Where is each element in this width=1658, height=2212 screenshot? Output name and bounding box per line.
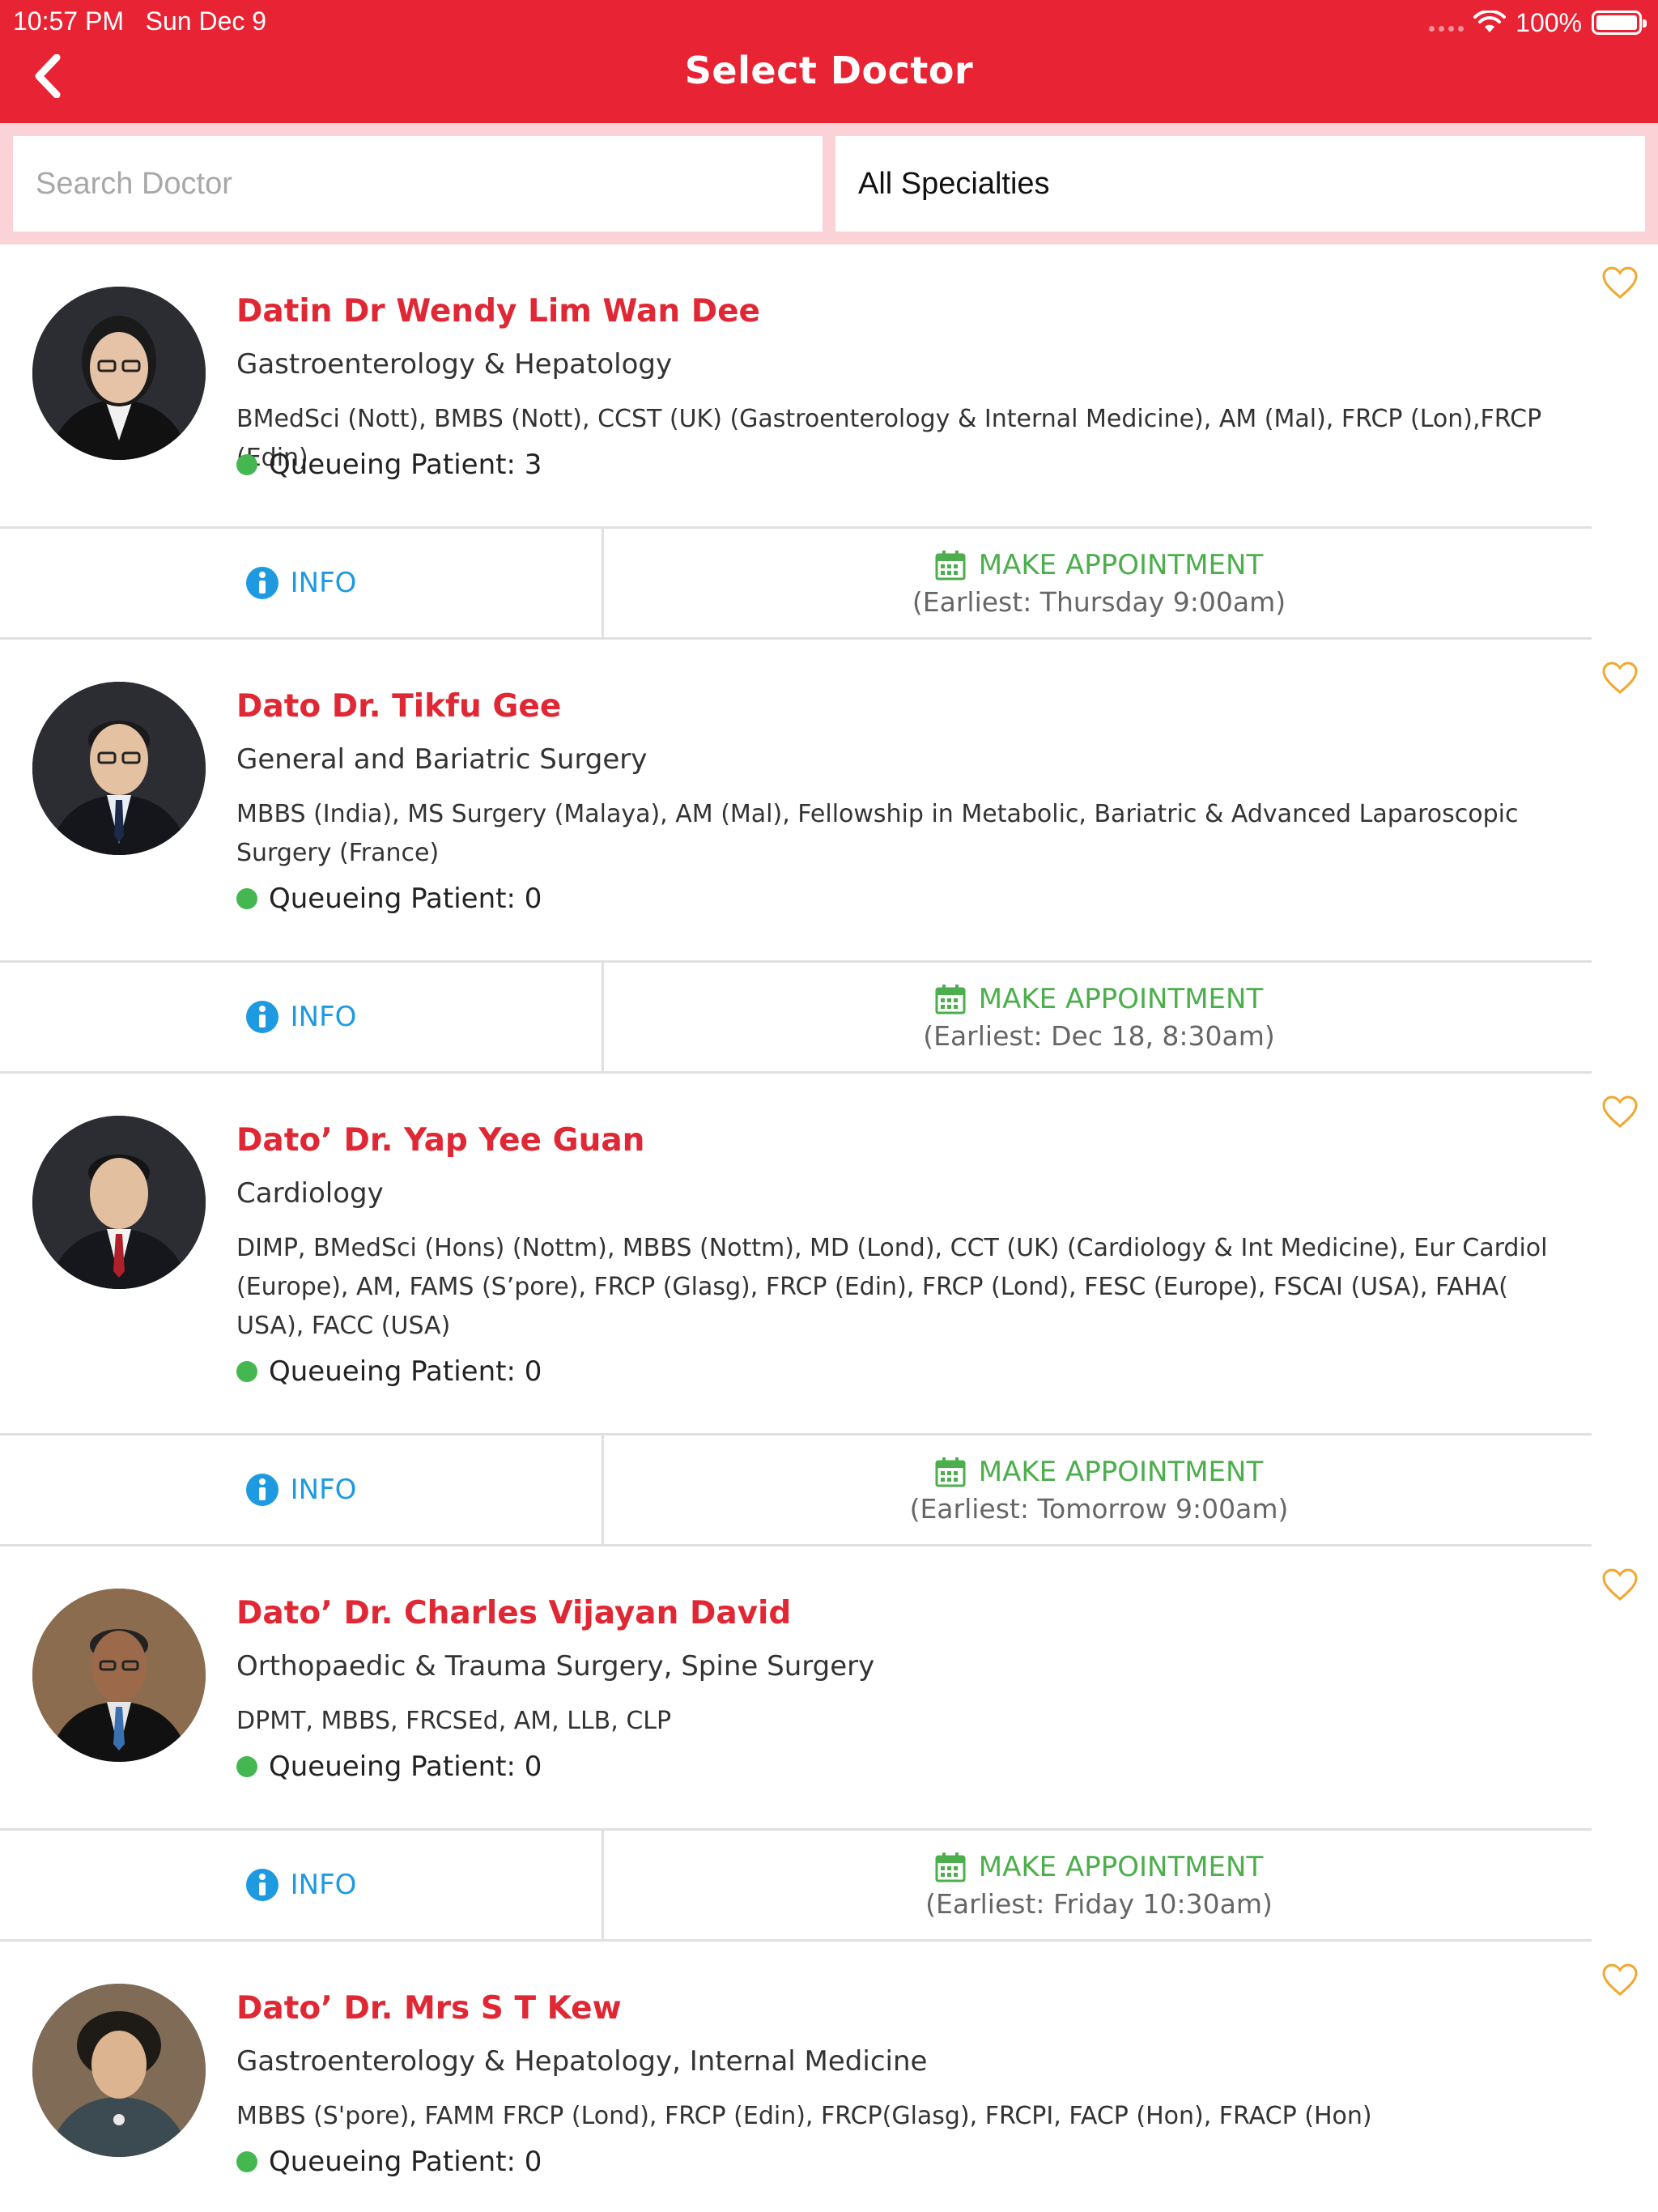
search-doctor-input[interactable]: Search Doctor (13, 136, 823, 232)
doctor-avatar (32, 1589, 206, 1762)
doctor-list: Datin Dr Wendy Lim Wan Dee Gastroenterol… (0, 245, 1658, 2212)
doctor-avatar (32, 682, 206, 855)
specialty-select[interactable]: All Specialties (835, 136, 1645, 232)
status-time: 10:57 PM Sun Dec 9 (13, 6, 266, 36)
doctor-card: Dato’ Dr. Mrs S T Kew Gastroenterology &… (0, 1942, 1658, 2212)
wifi-icon (1473, 11, 1507, 32)
make-appointment-button[interactable]: MAKE APPOINTMENT (Earliest: Friday 10:30… (606, 1831, 1592, 1939)
doctor-avatar (32, 1984, 206, 2157)
doctor-specialty: Gastroenterology & Hepatology, Internal … (236, 2045, 928, 2078)
make-appointment-button[interactable]: MAKE APPOINTMENT (Earliest: Dec 18, 8:30… (606, 963, 1592, 1071)
favorite-heart-icon[interactable] (1601, 266, 1639, 300)
status-date: Sun Dec 9 (145, 6, 267, 36)
doctor-qualifications: DPMT, MBBS, FRCSEd, AM, LLB, CLP (236, 1707, 672, 1735)
status-clock: 10:57 PM (13, 6, 124, 36)
calendar-icon (935, 1457, 966, 1487)
top-bar: 10:57 PM Sun Dec 9 100% Select Doctor (0, 0, 1658, 123)
queue-status: Queueing Patient: 0 (236, 1750, 542, 1783)
queue-count: Queueing Patient: 0 (269, 1750, 542, 1783)
queue-status: Queueing Patient: 0 (236, 1355, 542, 1388)
earliest-slot: (Earliest: Dec 18, 8:30am) (923, 1019, 1275, 1052)
appointment-label: MAKE APPOINTMENT (978, 982, 1264, 1015)
doctor-actions: INFO MAKE APPOINTMENT (Earliest: Dec 18,… (0, 960, 1592, 1074)
queue-status: Queueing Patient: 0 (236, 2146, 542, 2178)
queue-status-dot (236, 888, 257, 909)
earliest-slot: (Earliest: Tomorrow 9:00am) (909, 1492, 1289, 1525)
make-appointment-button[interactable]: MAKE APPOINTMENT (Earliest: Tomorrow 9:0… (606, 1436, 1592, 1544)
info-button[interactable]: INFO (0, 529, 604, 637)
battery-percent: 100% (1516, 7, 1582, 37)
doctor-name: Dato Dr. Tikfu Gee (236, 688, 562, 725)
search-bar: Search Doctor All Specialties (0, 123, 1658, 245)
doctor-specialty: General and Bariatric Surgery (236, 743, 648, 776)
queue-count: Queueing Patient: 0 (269, 1355, 542, 1388)
info-icon (245, 1001, 278, 1033)
doctor-card: Dato’ Dr. Yap Yee Guan Cardiology DIMP, … (0, 1074, 1658, 1546)
info-icon (245, 1869, 278, 1901)
queue-status: Queueing Patient: 3 (236, 449, 542, 481)
doctor-name: Dato’ Dr. Yap Yee Guan (236, 1122, 645, 1159)
info-label: INFO (290, 1869, 357, 1901)
doctor-name: Dato’ Dr. Mrs S T Kew (236, 1990, 622, 2027)
battery-icon (1592, 11, 1647, 35)
status-indicators: 100% (1429, 5, 1647, 40)
calendar-icon (935, 1852, 966, 1882)
queue-status: Queueing Patient: 0 (236, 883, 542, 915)
doctor-qualifications: MBBS (S'pore), FAMM FRCP (Lond), FRCP (E… (236, 2102, 1372, 2130)
info-label: INFO (290, 567, 357, 599)
queue-status-dot (236, 2151, 257, 2172)
queue-status-dot (236, 1361, 257, 1382)
doctor-actions: INFO MAKE APPOINTMENT (Earliest: Thursda… (0, 526, 1592, 640)
info-icon (245, 567, 278, 599)
info-label: INFO (290, 1474, 357, 1506)
earliest-slot: (Earliest: Friday 10:30am) (925, 1887, 1273, 1920)
favorite-heart-icon[interactable] (1601, 1095, 1639, 1129)
info-button[interactable]: INFO (0, 1436, 604, 1544)
doctor-name: Datin Dr Wendy Lim Wan Dee (236, 293, 760, 330)
queue-count: Queueing Patient: 3 (269, 449, 542, 481)
appointment-label: MAKE APPOINTMENT (978, 1455, 1264, 1488)
queue-count: Queueing Patient: 0 (269, 883, 542, 915)
appointment-label: MAKE APPOINTMENT (978, 548, 1264, 581)
favorite-heart-icon[interactable] (1601, 1568, 1639, 1602)
doctor-specialty: Cardiology (236, 1177, 384, 1210)
doctor-name: Dato’ Dr. Charles Vijayan David (236, 1595, 792, 1631)
doctor-specialty: Gastroenterology & Hepatology (236, 348, 673, 381)
appointment-label: MAKE APPOINTMENT (978, 1850, 1264, 1883)
info-button[interactable]: INFO (0, 963, 604, 1071)
doctor-qualifications: MBBS (India), MS Surgery (Malaya), AM (M… (236, 800, 1519, 867)
queue-count: Queueing Patient: 0 (269, 2146, 542, 2178)
doctor-card: Dato Dr. Tikfu Gee General and Bariatric… (0, 640, 1658, 1074)
signal-icon (1429, 14, 1465, 32)
favorite-heart-icon[interactable] (1601, 1963, 1639, 1997)
doctor-avatar (32, 1116, 206, 1289)
favorite-heart-icon[interactable] (1601, 661, 1639, 695)
doctor-qualifications: DIMP, BMedSci (Hons) (Nottm), MBBS (Nott… (236, 1234, 1548, 1340)
doctor-specialty: Orthopaedic & Trauma Surgery, Spine Surg… (236, 1650, 875, 1682)
earliest-slot: (Earliest: Thursday 9:00am) (912, 585, 1286, 618)
doctor-card: Datin Dr Wendy Lim Wan Dee Gastroenterol… (0, 245, 1658, 640)
doctor-avatar (32, 287, 206, 460)
page-title: Select Doctor (684, 49, 974, 92)
calendar-icon (935, 550, 966, 580)
doctor-actions: INFO MAKE APPOINTMENT (Earliest: Friday … (0, 1828, 1592, 1942)
doctor-actions: INFO MAKE APPOINTMENT (Earliest: Tomorro… (0, 1433, 1592, 1546)
make-appointment-button[interactable]: MAKE APPOINTMENT (Earliest: Thursday 9:0… (606, 529, 1592, 637)
queue-status-dot (236, 454, 257, 475)
calendar-icon (935, 984, 966, 1014)
info-label: INFO (290, 1001, 357, 1033)
info-button[interactable]: INFO (0, 1831, 604, 1939)
doctor-card: Dato’ Dr. Charles Vijayan David Orthopae… (0, 1546, 1658, 1942)
info-icon (245, 1474, 278, 1506)
queue-status-dot (236, 1756, 257, 1777)
